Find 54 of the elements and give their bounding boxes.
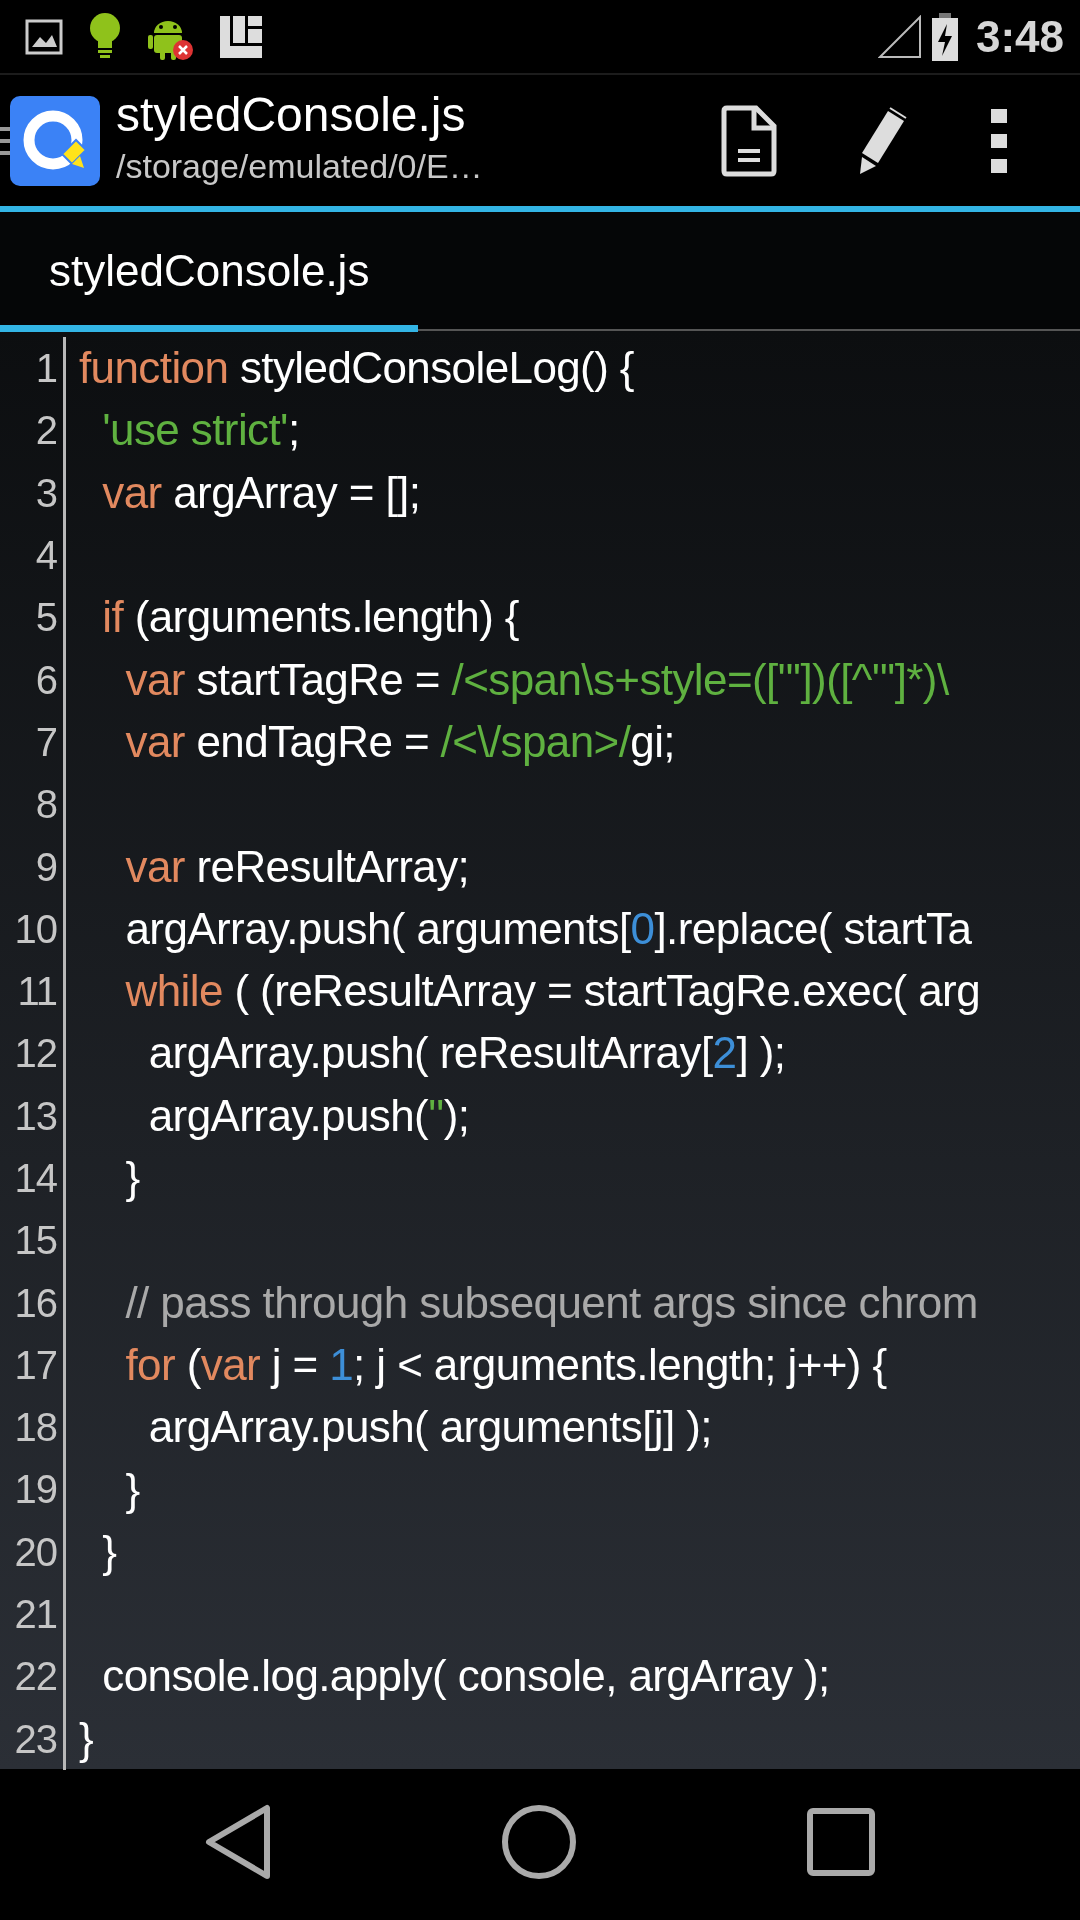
code-line: } <box>124 1152 140 1204</box>
code-line: function styledConsoleLog() { <box>79 342 634 395</box>
line-number: 10 <box>14 905 57 953</box>
line-number: 13 <box>14 1092 57 1140</box>
code-line: } <box>124 1463 140 1516</box>
line-number: 3 <box>35 469 57 517</box>
code-line: if (arguments.length) { <box>101 591 519 644</box>
back-icon[interactable] <box>205 1803 271 1880</box>
line-number: 15 <box>14 1217 57 1265</box>
line-number: 8 <box>35 781 57 829</box>
file-title: styledConsole.js <box>116 88 467 142</box>
line-number: 17 <box>14 1341 57 1389</box>
battery-icon <box>929 11 960 62</box>
line-number: 16 <box>14 1279 57 1327</box>
file-path: /storage/emulated/0/E… <box>116 146 483 188</box>
code-line: for (var j = 1; j < arguments.length; j++) { <box>124 1338 887 1391</box>
line-number: 1 <box>35 345 57 393</box>
code-line: } <box>79 1712 94 1765</box>
code-line: argArray.push( arguments[0].replace( startTa <box>124 902 972 955</box>
line-number: 5 <box>35 594 57 642</box>
line-number: 4 <box>35 532 57 580</box>
code-line: console.log.apply( console, argArray ); <box>101 1650 830 1703</box>
code-line: // pass through subsequent args since chrom <box>124 1276 978 1329</box>
home-icon[interactable] <box>501 1803 577 1880</box>
line-number: 12 <box>14 1030 57 1078</box>
code-line: var endTagRe = /<\/span>/gi; <box>124 715 675 768</box>
line-number: 22 <box>14 1653 57 1701</box>
code-line: var reResultArray; <box>124 840 470 893</box>
code-line: 'use strict'; <box>101 404 300 457</box>
app-logo-icon <box>10 95 100 186</box>
code-line: argArray.push(''); <box>147 1089 470 1142</box>
line-number: 19 <box>14 1466 57 1514</box>
line-number: 9 <box>35 843 57 891</box>
code-line: var argArray = []; <box>101 466 421 519</box>
line-number: 11 <box>17 968 57 1016</box>
signal-icon <box>877 14 922 59</box>
clock-time: 3:48 <box>975 10 1064 63</box>
menu-icon[interactable] <box>0 125 10 156</box>
code-line: argArray.push( reResultArray[2] ); <box>147 1027 786 1080</box>
line-number: 20 <box>14 1528 57 1576</box>
storage-icon <box>218 13 264 60</box>
line-number: 7 <box>35 718 57 766</box>
line-number: 14 <box>14 1155 57 1202</box>
code-line: var startTagRe = /<span\s+style=(["'])([^"']*)\ <box>124 653 949 706</box>
line-number: 18 <box>14 1404 57 1452</box>
line-number: 6 <box>35 656 57 704</box>
line-number: 21 <box>14 1591 57 1639</box>
overflow-menu-icon[interactable] <box>990 108 1008 173</box>
line-number: 23 <box>14 1715 57 1763</box>
recents-icon[interactable] <box>807 1807 875 1876</box>
code-line: while ( (reResultArray = startTagRe.exec( arg <box>124 965 981 1018</box>
line-number: 2 <box>35 407 57 455</box>
code-line: } <box>101 1525 117 1578</box>
code-line: argArray.push( arguments[j] ); <box>147 1401 712 1454</box>
